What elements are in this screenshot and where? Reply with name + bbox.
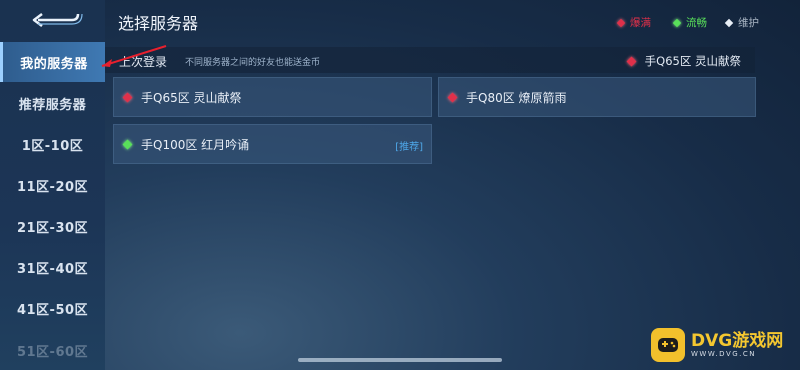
- smooth-status-icon: [672, 18, 682, 27]
- back-arrow-icon: [32, 13, 83, 27]
- full-status-icon: [616, 18, 626, 27]
- server-card[interactable]: 手Q100区 红月吟诵 [推荐]: [113, 124, 432, 164]
- server-name: 手Q65区 灵山献祭: [141, 90, 242, 105]
- legend-maintenance: 维护: [724, 15, 759, 30]
- last-login-tip: 不同服务器之间的好友也能送金币: [185, 58, 321, 68]
- sidebar-item-zone-21-30[interactable]: 21区-30区: [0, 206, 105, 246]
- watermark-title: DVG游戏网: [691, 331, 784, 351]
- maintenance-status-icon: [724, 18, 734, 27]
- full-status-icon: [122, 92, 133, 102]
- legend-label-maintenance: 维护: [738, 17, 759, 29]
- full-status-icon: [626, 56, 637, 66]
- sidebar-item-zone-11-20[interactable]: 11区-20区: [0, 165, 105, 205]
- last-login-server-name: 手Q65区 灵山献祭: [644, 54, 741, 68]
- server-card[interactable]: 手Q65区 灵山献祭: [113, 77, 432, 117]
- legend-label-smooth: 流畅: [686, 17, 707, 29]
- last-login-server[interactable]: 手Q65区 灵山献祭: [626, 53, 741, 69]
- last-login-bar[interactable]: 上次登录 不同服务器之间的好友也能送金币 手Q65区 灵山献祭: [105, 47, 755, 73]
- legend-smooth: 流畅: [672, 15, 707, 30]
- last-login-title: 上次登录: [119, 55, 168, 69]
- home-indicator[interactable]: [298, 358, 502, 362]
- sidebar-item-zone-51-60[interactable]: 51区-60区: [0, 330, 105, 370]
- watermark-subtitle: WWW.DVG.CN: [691, 350, 757, 358]
- legend-label-full: 爆满: [630, 17, 651, 29]
- sidebar-item-recommended[interactable]: 推荐服务器: [0, 83, 105, 123]
- recommended-tag: [推荐]: [395, 142, 423, 153]
- sidebar: 我的服务器 推荐服务器 1区-10区 11区-20区 21区-30区 31区-4…: [0, 0, 105, 370]
- sidebar-item-zone-31-40[interactable]: 31区-40区: [0, 247, 105, 287]
- watermark: DVG游戏网 WWW.DVG.CN: [651, 325, 796, 365]
- full-status-icon: [447, 92, 458, 102]
- server-name: 手Q100区 红月吟诵: [141, 137, 250, 152]
- server-card[interactable]: 手Q80区 燎原箭雨: [438, 77, 756, 117]
- legend-full: 爆满: [616, 15, 651, 30]
- smooth-status-icon: [122, 139, 133, 149]
- page-title: 选择服务器: [118, 14, 199, 33]
- server-name: 手Q80区 燎原箭雨: [466, 90, 567, 105]
- sidebar-item-my-servers[interactable]: 我的服务器: [0, 42, 105, 82]
- sidebar-item-zone-1-10[interactable]: 1区-10区: [0, 124, 105, 164]
- sidebar-item-zone-41-50[interactable]: 41区-50区: [0, 288, 105, 328]
- back-button[interactable]: [28, 8, 84, 32]
- gamepad-logo-icon: [651, 328, 685, 362]
